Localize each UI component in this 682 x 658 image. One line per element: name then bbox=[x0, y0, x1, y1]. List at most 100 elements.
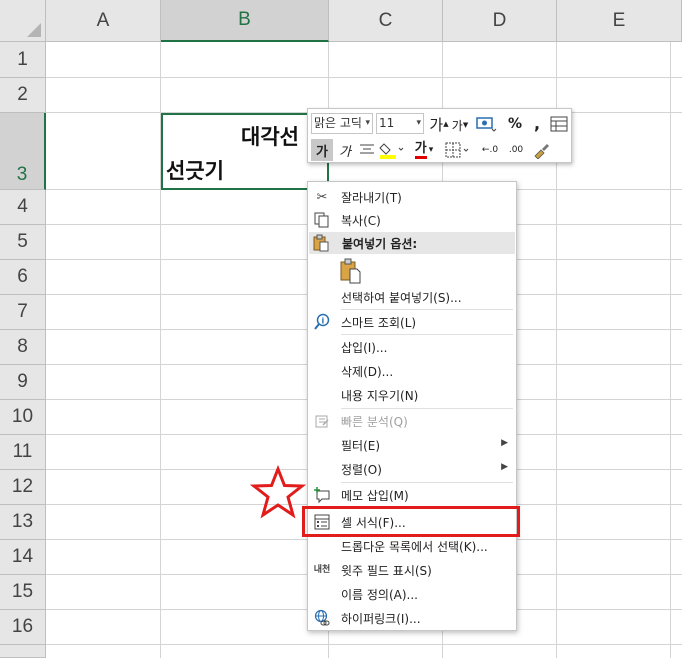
context-menu: ✂ 잘라내기(T) 복사(C) 붙여넣기 옵션: 선택하여 붙여넣기(S)...… bbox=[307, 181, 517, 631]
row-header-15[interactable]: 15 bbox=[0, 575, 46, 610]
paste-clipboard-icon bbox=[340, 258, 362, 287]
font-size-box[interactable]: 11 ▾ bbox=[376, 113, 424, 134]
comma-style-button[interactable]: , bbox=[526, 112, 548, 134]
paintbrush-icon bbox=[534, 144, 549, 159]
cell-b3-line2: 선긋기 bbox=[166, 159, 224, 183]
column-header-c[interactable]: C bbox=[329, 0, 443, 42]
format-painter-button[interactable] bbox=[530, 139, 552, 161]
highlight-box bbox=[302, 506, 520, 537]
format-table-button[interactable] bbox=[548, 113, 570, 135]
menu-item-sort[interactable]: 정렬(O) ▶ bbox=[308, 457, 516, 481]
row-header-2[interactable]: 2 bbox=[0, 78, 46, 113]
smart-lookup-icon: i bbox=[313, 313, 331, 331]
menu-item-clear-contents-label: 내용 지우기(N) bbox=[341, 389, 419, 403]
new-comment-icon bbox=[313, 486, 331, 504]
row-header-11[interactable]: 11 bbox=[0, 435, 46, 470]
row-header-13[interactable]: 13 bbox=[0, 505, 46, 540]
chevron-down-icon: ▾ bbox=[365, 118, 370, 128]
paste-option-keep-source[interactable] bbox=[308, 256, 516, 286]
row-header-14[interactable]: 14 bbox=[0, 540, 46, 575]
font-name-value: 맑은 고딕 bbox=[314, 116, 362, 130]
font-size-value: 11 bbox=[379, 116, 395, 130]
paste-options-header: 붙여넣기 옵션: bbox=[309, 232, 515, 254]
menu-item-quick-analysis-label: 빠른 분석(Q) bbox=[341, 415, 408, 429]
row-header-10[interactable]: 10 bbox=[0, 400, 46, 435]
align-center-button[interactable] bbox=[356, 139, 378, 161]
increase-decimal-button[interactable]: ←.0 bbox=[478, 139, 502, 161]
font-name-box[interactable]: 맑은 고딕 ▾ bbox=[311, 113, 373, 134]
row-header-17-partial[interactable] bbox=[0, 645, 46, 658]
fill-color-button[interactable] bbox=[378, 139, 406, 161]
mini-toolbar: 맑은 고딕 ▾ 11 ▾ 가 ▲ 가 ▼ % , 가 가 가 ▾ ←.0 .00 bbox=[307, 108, 572, 163]
font-color-label: 가 bbox=[414, 141, 427, 159]
hyperlink-icon bbox=[313, 609, 331, 627]
row-header-1[interactable]: 1 bbox=[0, 42, 46, 78]
column-header-b[interactable]: B bbox=[161, 0, 329, 42]
borders-button[interactable] bbox=[444, 139, 472, 161]
column-header-e[interactable]: E bbox=[557, 0, 682, 42]
italic-button[interactable]: 가 bbox=[334, 139, 356, 161]
accounting-format-button[interactable] bbox=[471, 113, 501, 135]
menu-item-define-name-label: 이름 정의(A)... bbox=[341, 588, 418, 602]
star-annotation-icon bbox=[250, 465, 306, 519]
grow-font-button[interactable]: 가 ▲ bbox=[428, 113, 450, 135]
paint-bucket-icon bbox=[379, 143, 404, 159]
menu-item-cut[interactable]: ✂ 잘라내기(T) bbox=[308, 185, 516, 209]
row-header-6[interactable]: 6 bbox=[0, 260, 46, 295]
column-header-d[interactable]: D bbox=[443, 0, 557, 42]
row-header-7[interactable]: 7 bbox=[0, 295, 46, 330]
font-color-button[interactable]: 가 ▾ bbox=[410, 139, 438, 161]
percent-style-button[interactable]: % bbox=[504, 113, 526, 135]
paste-options-label: 붙여넣기 옵션: bbox=[342, 237, 418, 251]
borders-icon bbox=[445, 142, 469, 158]
menu-item-insert-comment[interactable]: 메모 삽입(M) bbox=[308, 483, 516, 507]
quick-analysis-icon bbox=[313, 412, 331, 430]
menu-item-phonetic-label: 윗주 필드 표시(S) bbox=[341, 564, 432, 578]
row-header-4[interactable]: 4 bbox=[0, 190, 46, 225]
menu-item-insert[interactable]: 삽입(I)... bbox=[308, 335, 516, 359]
menu-item-paste-special-label: 선택하여 붙여넣기(S)... bbox=[341, 291, 462, 305]
row-header-3[interactable]: 3 bbox=[0, 113, 46, 190]
column-header-a[interactable]: A bbox=[46, 0, 161, 42]
menu-item-delete[interactable]: 삭제(D)... bbox=[308, 359, 516, 383]
menu-item-pick-from-dropdown-label: 드롭다운 목록에서 선택(K)... bbox=[341, 540, 488, 554]
shrink-font-button[interactable]: 가 ▼ bbox=[449, 114, 471, 136]
scissors-icon: ✂ bbox=[316, 189, 328, 205]
clipboard-icon bbox=[313, 234, 329, 255]
bold-button[interactable]: 가 bbox=[311, 139, 333, 161]
menu-item-clear-contents[interactable]: 내용 지우기(N) bbox=[308, 383, 516, 407]
menu-item-phonetic[interactable]: 내천 윗주 필드 표시(S) bbox=[308, 558, 516, 582]
menu-item-copy[interactable]: 복사(C) bbox=[308, 208, 516, 232]
table-format-icon bbox=[550, 116, 568, 132]
menu-item-smart-lookup[interactable]: i 스마트 조회(L) bbox=[308, 310, 516, 334]
grow-font-label: 가 bbox=[429, 115, 444, 134]
menu-item-cut-label: 잘라내기(T) bbox=[341, 191, 402, 205]
cell-b3[interactable]: 대각선 선긋기 bbox=[161, 113, 329, 190]
menu-item-insert-comment-label: 메모 삽입(M) bbox=[341, 489, 409, 503]
menu-item-hyperlink-label: 하이퍼링크(I)... bbox=[341, 612, 421, 626]
menu-item-insert-label: 삽입(I)... bbox=[341, 341, 388, 355]
row-header-5[interactable]: 5 bbox=[0, 225, 46, 260]
select-all-corner[interactable] bbox=[0, 0, 46, 42]
submenu-arrow-icon: ▶ bbox=[501, 462, 508, 472]
shrink-font-label: 가 bbox=[451, 118, 463, 133]
menu-item-paste-special[interactable]: 선택하여 붙여넣기(S)... bbox=[308, 285, 516, 309]
row-header-9[interactable]: 9 bbox=[0, 365, 46, 400]
svg-text:i: i bbox=[322, 317, 325, 326]
menu-item-hyperlink[interactable]: 하이퍼링크(I)... bbox=[308, 606, 516, 630]
menu-item-delete-label: 삭제(D)... bbox=[341, 365, 394, 379]
menu-item-copy-label: 복사(C) bbox=[341, 214, 381, 228]
menu-item-filter-label: 필터(E) bbox=[341, 439, 381, 453]
align-center-icon bbox=[360, 144, 374, 154]
menu-item-sort-label: 정렬(O) bbox=[341, 463, 382, 477]
row-header-12[interactable]: 12 bbox=[0, 470, 46, 505]
row-header-16[interactable]: 16 bbox=[0, 610, 46, 645]
cell-b3-line1: 대각선 bbox=[241, 125, 299, 149]
phonetic-guide-icon: 내천 bbox=[313, 564, 331, 575]
row-header-8[interactable]: 8 bbox=[0, 330, 46, 365]
menu-item-filter[interactable]: 필터(E) ▶ bbox=[308, 433, 516, 457]
menu-item-define-name[interactable]: 이름 정의(A)... bbox=[308, 582, 516, 606]
menu-item-smart-lookup-label: 스마트 조회(L) bbox=[341, 316, 417, 330]
menu-item-pick-from-dropdown[interactable]: 드롭다운 목록에서 선택(K)... bbox=[308, 534, 516, 558]
decrease-decimal-button[interactable]: .00 bbox=[504, 139, 528, 161]
